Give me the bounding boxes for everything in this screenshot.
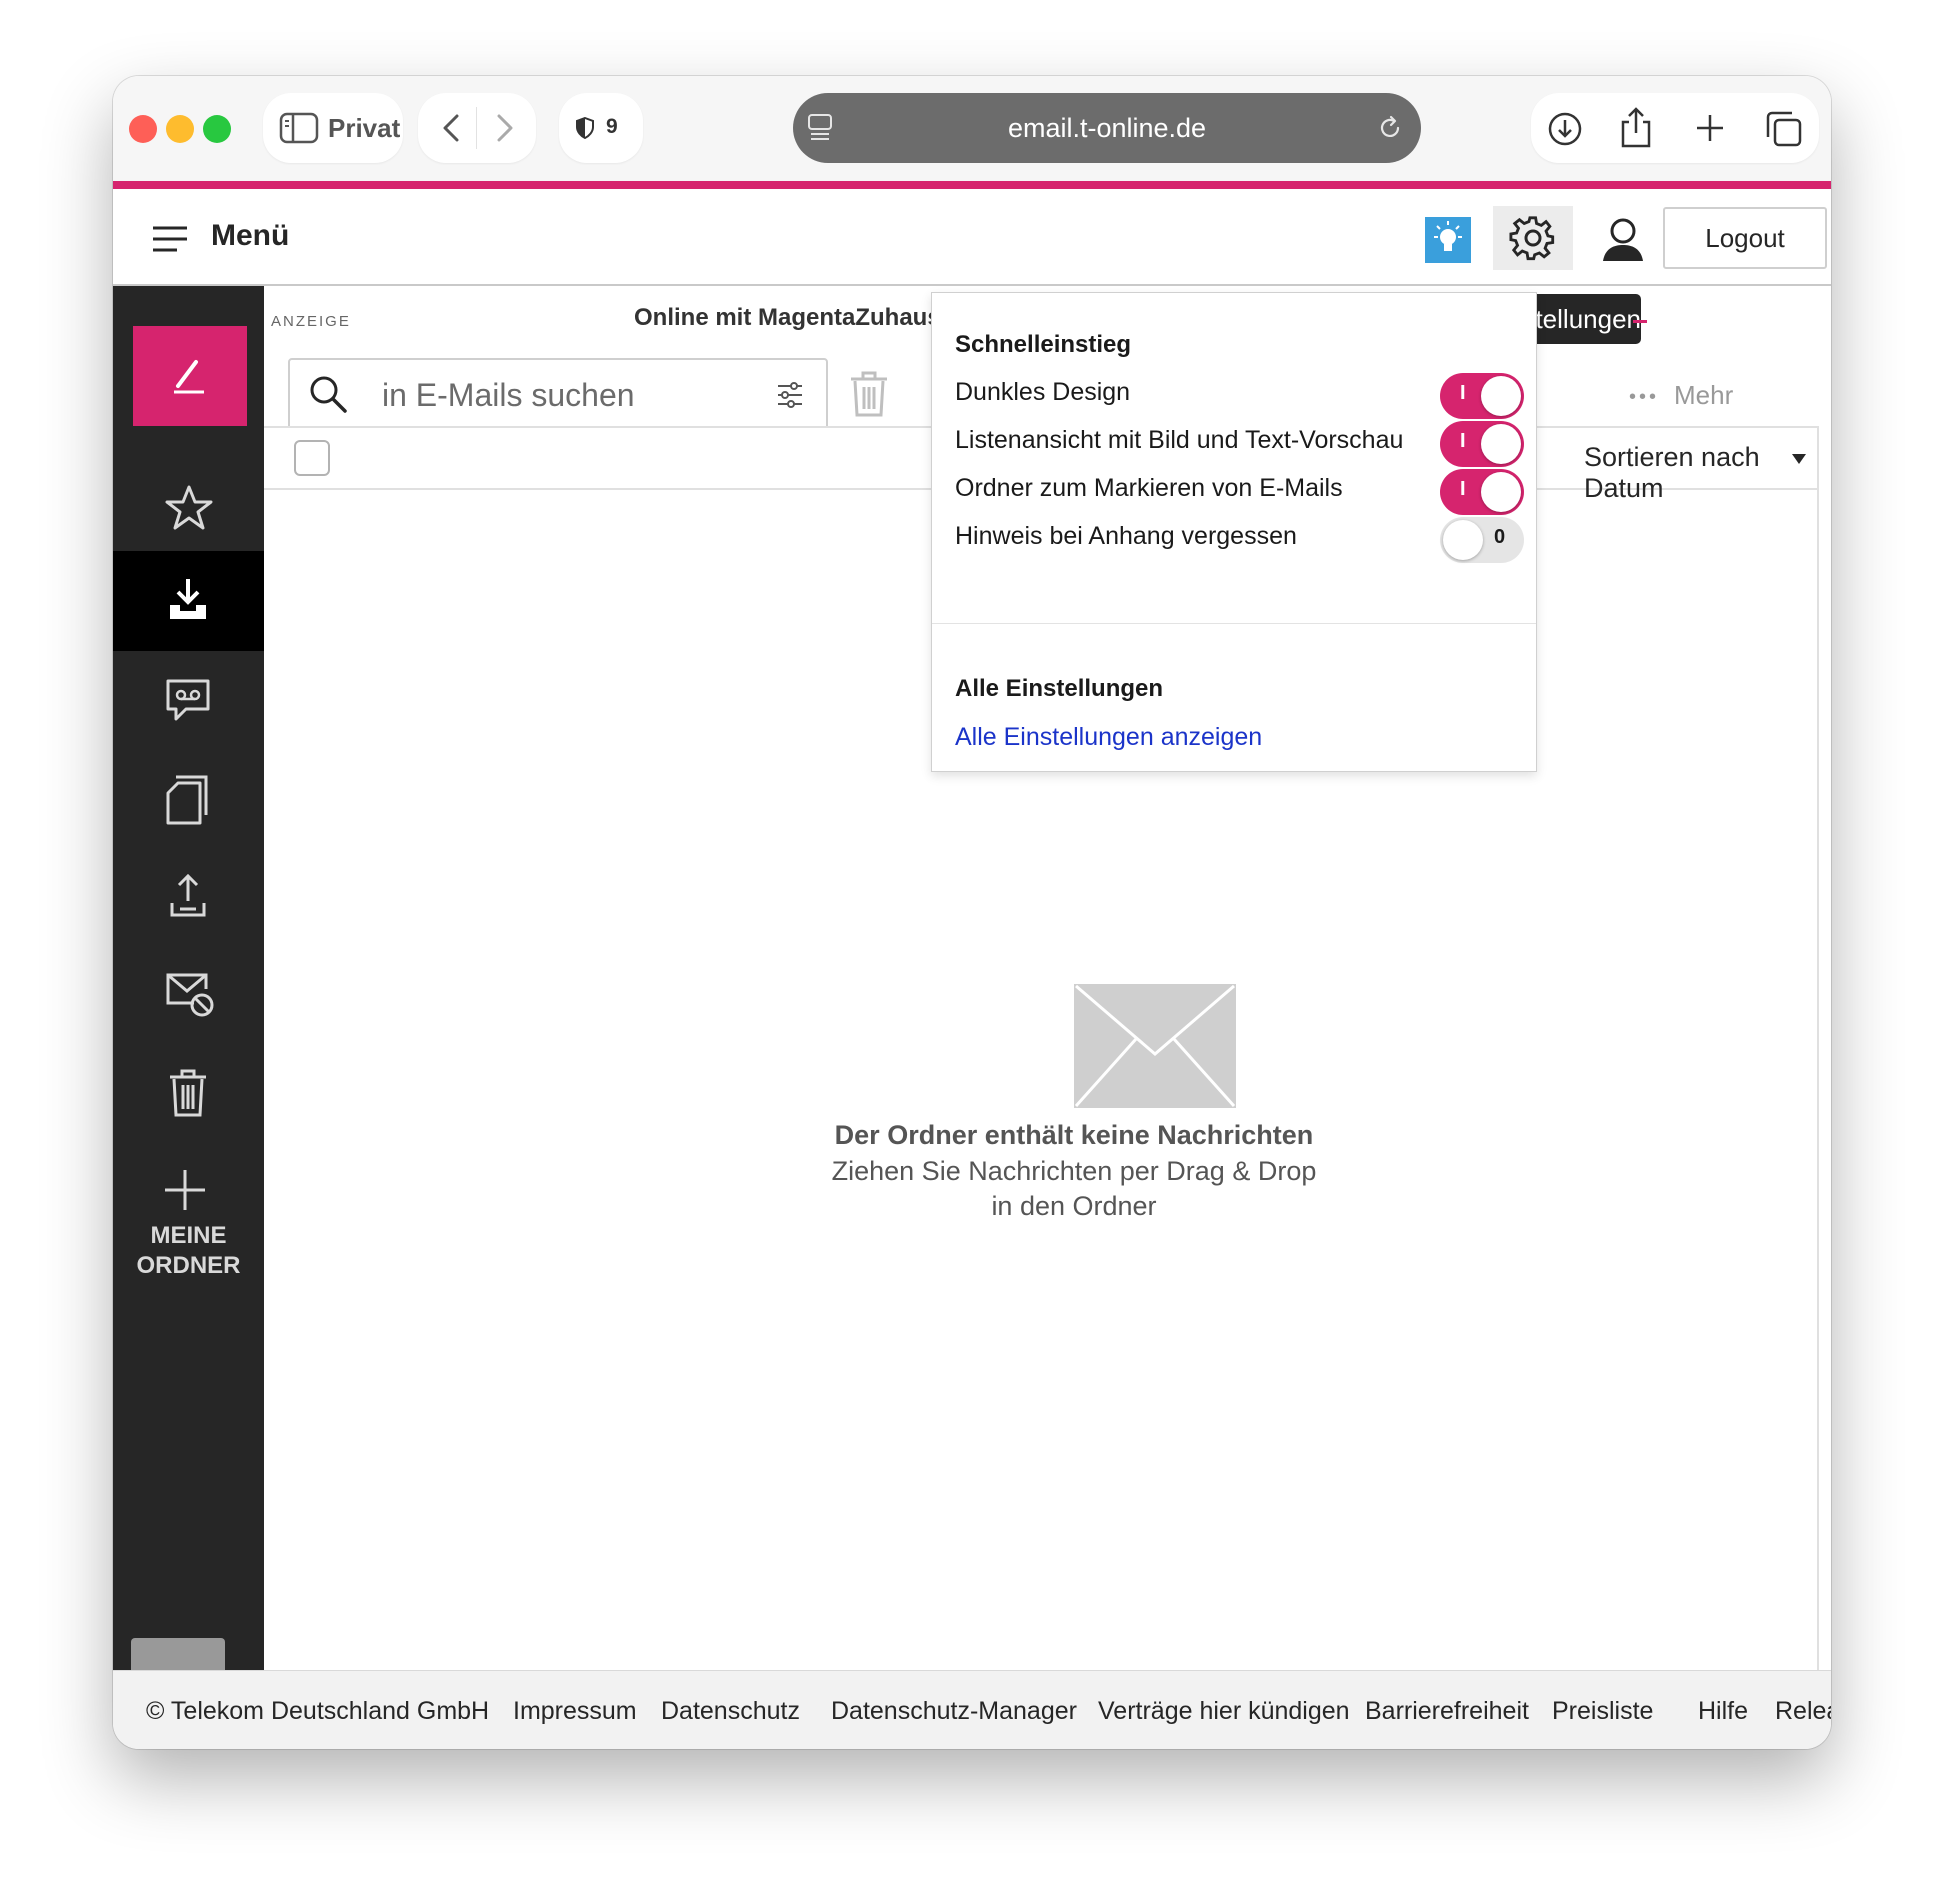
quick-settings-popup: Schnelleinstieg Dunkles Design I Listena… [931,292,1537,772]
sidebar-item-voicemail[interactable] [113,653,264,749]
logout-button[interactable]: Logout [1663,207,1827,269]
footer-link-datenschutz[interactable]: Datenschutz [661,1697,800,1726]
footer-copyright: © Telekom Deutschland GmbH [146,1697,490,1725]
browser-actions [1531,93,1819,163]
sidebar-item-favorites[interactable] [113,459,264,555]
sidebar-icon [279,112,319,144]
spam-blocked-mail-icon [166,973,214,1017]
history-nav [418,93,536,163]
toggle-list-preview[interactable]: I [1440,421,1524,467]
sidebar-item-sent[interactable] [113,849,264,945]
outbox-upload-icon [170,873,206,917]
reload-icon[interactable] [1377,115,1403,141]
search-placeholder: in E-Mails suchen [382,377,635,413]
search-icon [310,376,347,413]
minimize-window-button[interactable] [166,115,194,143]
tab-overview-icon[interactable] [1765,110,1803,148]
footer-link-impressum[interactable]: Impressum [513,1697,637,1726]
empty-state-subtitle: Ziehen Sie Nachrichten per Drag & Drop i… [831,1156,1317,1221]
back-icon[interactable] [440,113,462,143]
option-label-mark-folder: Ordner zum Markieren von E-Mails [955,474,1343,502]
folder-sidebar: MEINE ORDNER [113,286,264,1730]
share-icon[interactable] [1619,106,1653,148]
caret-down-icon[interactable] [1791,453,1807,465]
star-icon [165,485,213,530]
toggle-state: I [1460,382,1466,404]
toggle-knob [1481,376,1521,416]
gear-icon [1509,216,1555,261]
trash-icon [170,1069,206,1117]
close-window-button[interactable] [129,115,157,143]
new-tab-icon[interactable] [1695,113,1725,143]
option-label-dark-design: Dunkles Design [955,378,1131,406]
my-folders-label: MEINE ORDNER [113,1221,264,1281]
pencil-icon [174,360,204,394]
footer-link-release-notes[interactable]: Release Notes [1775,1697,1831,1726]
forward-icon[interactable] [494,113,516,143]
url-text: email.t-online.de [1007,113,1207,143]
profile-label: Privat [328,113,401,143]
footer-link-vertraege[interactable]: Verträge hier kündigen [1098,1697,1350,1726]
option-label-list-preview: Listenansicht mit Bild und Text-Vorschau [955,426,1404,454]
page-footer: © Telekom Deutschland GmbH Impressum Dat… [113,1670,1831,1749]
drafts-icon [166,775,208,825]
footer-link-barrierefreiheit[interactable]: Barrierefreiheit [1365,1697,1529,1726]
toggle-dark-design[interactable]: I [1440,373,1524,419]
privacy-report-button[interactable]: 9 [559,93,643,163]
footer-link-datenschutz-manager[interactable]: Datenschutz-Manager [831,1697,1077,1726]
plus-icon [165,1170,205,1210]
zoom-window-button[interactable] [203,115,231,143]
lightbulb-icon[interactable] [1425,217,1471,263]
more-button[interactable]: Mehr [1674,380,1733,411]
user-profile-icon[interactable] [1601,217,1645,263]
settings-button[interactable] [1493,206,1573,270]
popup-divider [932,623,1536,624]
option-label-attachment-hint: Hinweis bei Anhang vergessen [955,522,1297,550]
toggle-knob [1481,424,1521,464]
compose-button[interactable] [133,326,247,426]
my-folders-label-line2: ORDNER [136,1252,241,1279]
tooltip-accent [1633,320,1647,323]
sidebar-item-drafts[interactable] [113,751,264,847]
menu-label[interactable]: Menü [211,219,289,253]
more-dots-icon[interactable]: ••• [1629,386,1659,409]
brand-accent-line [113,181,1831,189]
search-input[interactable]: in E-Mails suchen [288,358,828,430]
inbox-download-icon [170,579,206,619]
toggle-knob [1443,520,1483,560]
sidebar-item-inbox[interactable] [113,551,264,651]
select-all-checkbox[interactable] [294,440,330,476]
shield-icon [576,117,594,139]
address-bar[interactable]: email.t-online.de [793,93,1421,163]
voicemail-icon [166,679,210,721]
my-folders-label-line1: MEINE [150,1222,227,1249]
quick-settings-heading: Schnelleinstieg [955,331,1132,358]
ad-label: ANZEIGE [271,313,351,330]
empty-state-title: Der Ordner enthält keine Nachrichten [834,1120,1314,1150]
all-settings-link[interactable]: Alle Einstellungen anzeigen [955,723,1262,752]
toggle-state: I [1460,430,1466,452]
sidebar-toggle-button[interactable]: Privat [263,93,403,163]
toggle-state: I [1460,478,1466,500]
delete-trash-icon[interactable] [847,370,891,418]
toggle-mark-folder[interactable]: I [1440,469,1524,515]
sidebar-item-spam[interactable] [113,947,264,1043]
toggle-state: 0 [1494,526,1506,548]
footer-link-hilfe[interactable]: Hilfe [1698,1697,1748,1726]
hamburger-menu-icon[interactable] [151,225,189,253]
footer-link-preisliste[interactable]: Preisliste [1552,1697,1653,1726]
envelope-icon [1074,984,1236,1108]
all-settings-heading: Alle Einstellungen [955,675,1164,702]
sidebar-item-trash[interactable] [113,1043,264,1139]
filter-sliders-icon[interactable] [776,382,804,408]
browser-window: Privat 9 email.t-online.de Menü Logout M… [113,76,1831,1749]
tracker-count: 9 [606,115,618,138]
browser-toolbar: Privat 9 email.t-online.de [113,76,1831,181]
download-icon[interactable] [1547,111,1583,147]
app-header: Menü Logout [113,189,1831,286]
toggle-knob [1481,472,1521,512]
toggle-attachment-hint[interactable]: 0 [1440,517,1524,563]
ad-title[interactable]: Online mit MagentaZuhause [634,304,954,332]
